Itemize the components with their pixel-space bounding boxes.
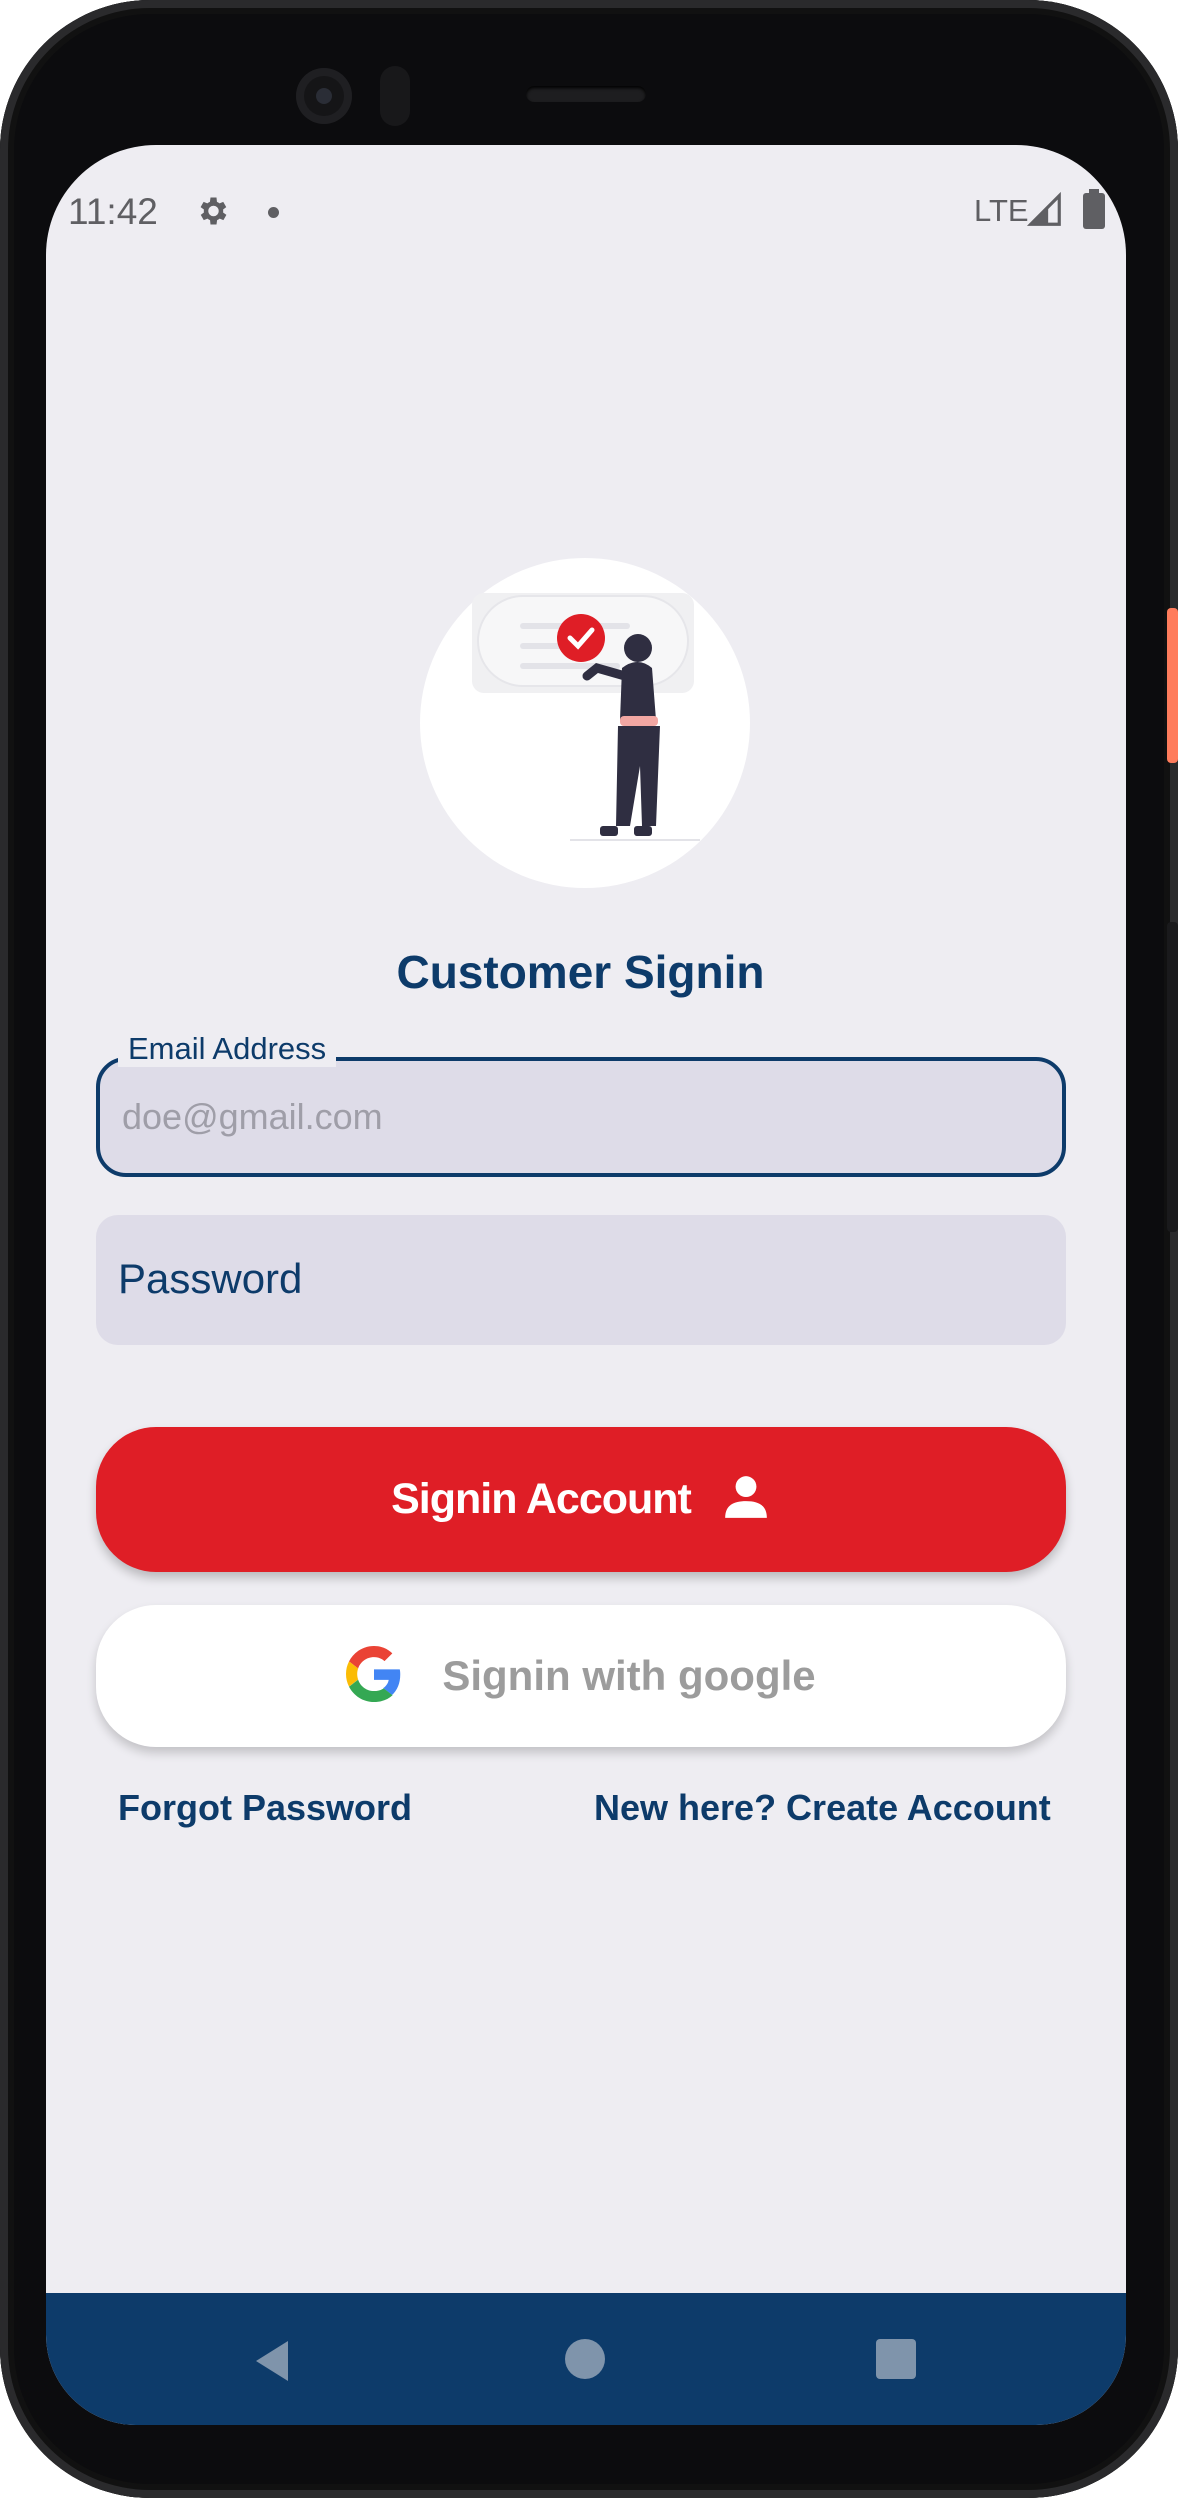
app-screen: 11:42 LTE Customer Signin Email Address … <box>46 145 1126 2425</box>
volume-button <box>1167 922 1178 1232</box>
email-label: Email Address <box>118 1031 337 1067</box>
home-icon[interactable] <box>565 2339 605 2379</box>
email-input[interactable] <box>120 1091 1024 1143</box>
back-icon[interactable] <box>252 2339 292 2388</box>
navigation-bar <box>46 2293 1126 2425</box>
battery-icon <box>1082 189 1106 234</box>
phone-frame: 11:42 LTE Customer Signin Email Address … <box>0 0 1178 2498</box>
network-type: LTE <box>974 193 1029 228</box>
front-camera <box>296 68 352 124</box>
notification-dot-icon <box>268 207 279 218</box>
hero-illustration <box>420 558 750 888</box>
signin-button-label: Signin Account <box>391 1475 692 1523</box>
gear-icon <box>194 193 230 234</box>
password-field[interactable]: Password <box>96 1215 1066 1345</box>
password-label: Password <box>118 1255 303 1302</box>
proximity-sensor <box>380 66 410 126</box>
create-account-link[interactable]: New here? Create Account <box>594 1787 1051 1829</box>
signin-button[interactable]: Signin Account <box>96 1427 1066 1572</box>
status-bar: 11:42 LTE <box>46 185 1126 241</box>
page-title: Customer Signin <box>396 946 765 998</box>
earpiece-speaker <box>526 86 646 102</box>
status-time: 11:42 <box>68 191 158 232</box>
google-icon <box>346 1645 402 1707</box>
email-field[interactable]: Email Address <box>96 1031 1066 1177</box>
google-signin-button[interactable]: Signin with google <box>96 1605 1066 1747</box>
google-button-label: Signin with google <box>442 1652 816 1699</box>
signal-icon <box>1026 191 1064 234</box>
person-icon <box>721 1472 771 1527</box>
forgot-password-link[interactable]: Forgot Password <box>118 1787 412 1829</box>
power-button <box>1167 608 1178 763</box>
recents-icon[interactable] <box>876 2339 916 2379</box>
